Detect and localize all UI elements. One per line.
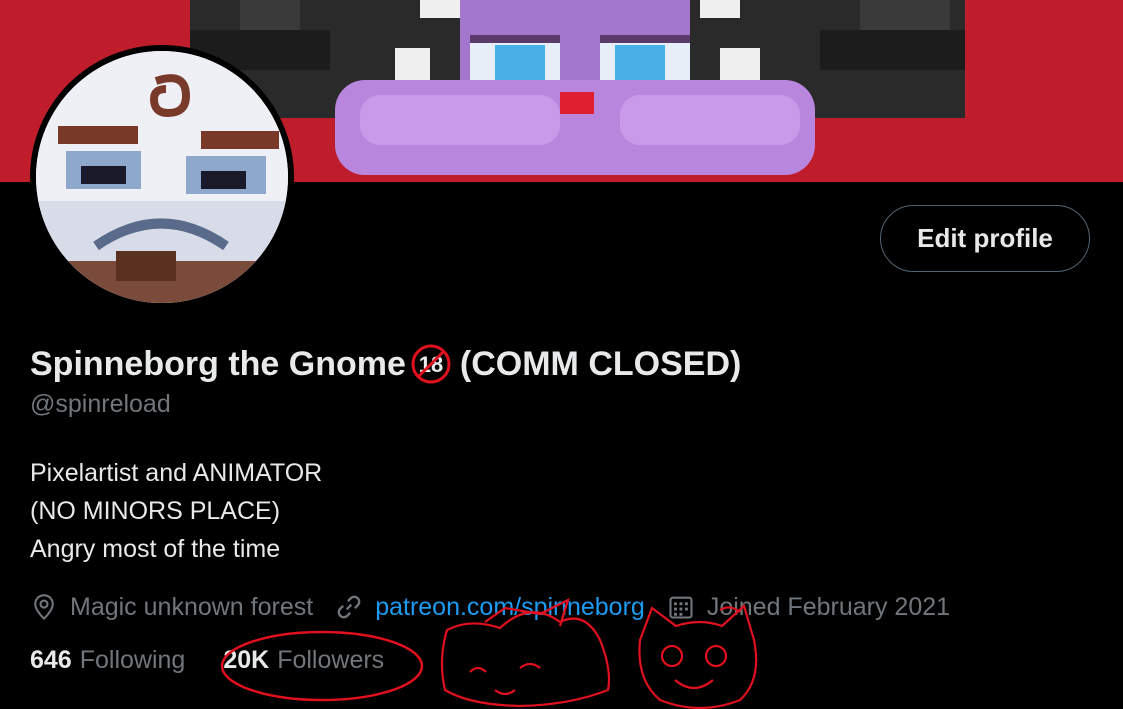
display-name-text: Spinneborg the Gnome — [30, 344, 406, 383]
edit-profile-button[interactable]: Edit profile — [880, 205, 1090, 272]
no-under-18-icon: 18 — [410, 343, 452, 385]
bio-line: Pixelartist and ANIMATOR — [30, 459, 323, 487]
following-label: Following — [79, 646, 186, 674]
location: Magic unknown forest — [30, 593, 313, 622]
link-icon — [337, 595, 361, 619]
following-link[interactable]: 646 Following — [30, 646, 185, 675]
bio-line: (NO MINORS PLACE) — [30, 497, 281, 525]
avatar-image — [36, 51, 288, 303]
join-date-text: Joined February 2021 — [706, 592, 951, 621]
user-handle: @spinreload — [30, 390, 171, 418]
location-text: Magic unknown forest — [70, 592, 314, 621]
followers-count: 20K — [223, 646, 270, 674]
website-link[interactable]: patreon.com/spinneborg — [375, 593, 645, 622]
followers-label: Followers — [277, 646, 385, 674]
bio-line: Angry most of the time — [30, 535, 281, 563]
gnome-face-art — [36, 51, 288, 303]
follow-stats: 646 Following 20K Followers — [30, 646, 422, 675]
bio: Pixelartist and ANIMATOR (NO MINORS PLAC… — [30, 454, 322, 568]
followers-link[interactable]: 20K Followers — [223, 646, 384, 675]
avatar[interactable] — [30, 45, 294, 309]
display-name: Spinneborg the Gnome 18 (COMM CLOSED) — [30, 343, 741, 385]
map-pin-icon — [34, 594, 54, 621]
profile-meta: Magic unknown forest patreon.com/spinneb… — [30, 588, 972, 626]
join-date: Joined February 2021 — [667, 593, 950, 622]
website: patreon.com/spinneborg — [335, 593, 645, 622]
following-count: 646 — [30, 646, 72, 674]
calendar-icon — [669, 596, 693, 619]
display-name-suffix: (COMM CLOSED) — [459, 344, 742, 383]
